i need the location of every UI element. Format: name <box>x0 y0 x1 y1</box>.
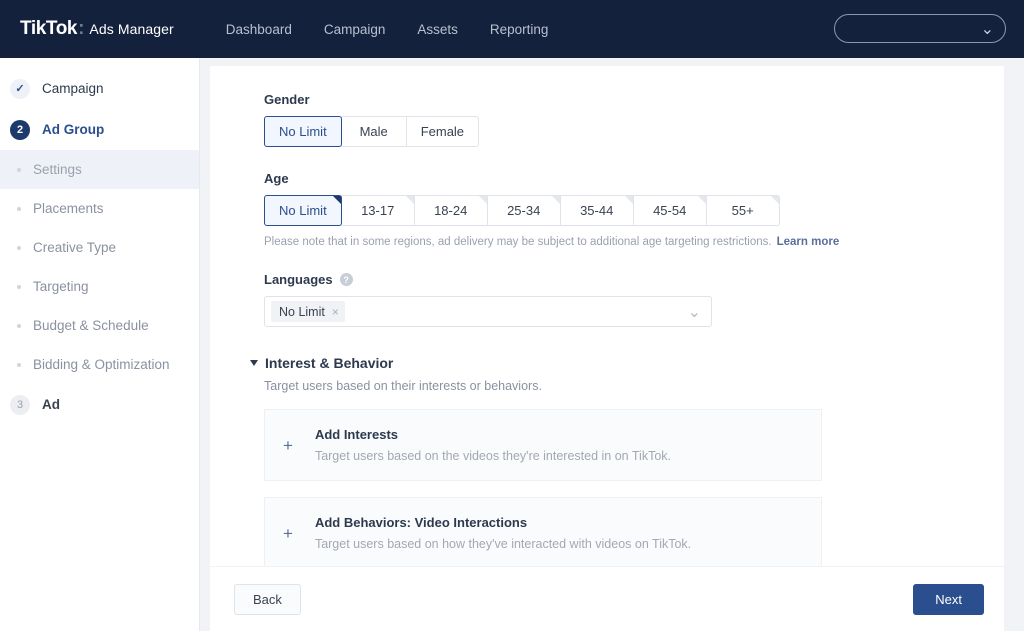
gender-option-male[interactable]: Male <box>341 116 407 147</box>
check-icon: ✓ <box>10 79 30 99</box>
bullet-icon <box>17 363 21 367</box>
nav-item-reporting[interactable]: Reporting <box>474 16 565 43</box>
add-behaviors-description: Target users based on how they've intera… <box>315 537 691 551</box>
account-selector[interactable]: ⌄ <box>834 14 1006 43</box>
sidebar-item-creative-type-label: Creative Type <box>33 240 116 255</box>
plus-icon: + <box>283 437 293 454</box>
add-interests-title: Add Interests <box>315 427 671 442</box>
corner-marker-icon <box>479 196 487 204</box>
sidebar-item-creative-type[interactable]: Creative Type <box>0 228 199 267</box>
brand-subtitle: Ads Manager <box>89 21 173 37</box>
sidebar-step-ad-group[interactable]: 2 Ad Group <box>0 109 199 150</box>
age-option-45-54-label: 45-54 <box>653 203 686 218</box>
bullet-icon <box>17 324 21 328</box>
add-behaviors-text: Add Behaviors: Video Interactions Target… <box>315 515 691 551</box>
brand-name: TikTok <box>20 18 77 40</box>
sidebar-item-settings-label: Settings <box>33 162 82 177</box>
sidebar-step-ad-label: Ad <box>42 397 60 412</box>
age-label: Age <box>264 171 1004 186</box>
sidebar-step-campaign-label: Campaign <box>42 81 104 96</box>
nav-item-assets[interactable]: Assets <box>401 16 474 43</box>
age-option-13-17-label: 13-17 <box>361 203 394 218</box>
age-option-18-24-label: 18-24 <box>434 203 467 218</box>
interest-behavior-title: Interest & Behavior <box>265 355 393 371</box>
sidebar-item-placements[interactable]: Placements <box>0 189 199 228</box>
step-number-badge: 3 <box>10 395 30 415</box>
languages-label: Languages ? <box>264 272 1004 287</box>
chevron-down-icon: ⌄ <box>981 19 994 39</box>
corner-marker-icon <box>406 196 414 204</box>
form-footer: Back Next <box>210 566 1004 631</box>
age-option-18-24[interactable]: 18-24 <box>414 195 488 226</box>
sidebar-step-campaign[interactable]: ✓ Campaign <box>0 68 199 109</box>
close-icon[interactable]: × <box>332 305 339 319</box>
nav-item-dashboard[interactable]: Dashboard <box>210 16 308 43</box>
sidebar-item-settings[interactable]: Settings <box>0 150 199 189</box>
languages-select[interactable]: No Limit × ⌄ <box>264 296 712 327</box>
add-interests-card[interactable]: + Add Interests Target users based on th… <box>264 409 822 481</box>
add-interests-description: Target users based on the videos they're… <box>315 449 671 463</box>
sidebar-item-bidding-optimization[interactable]: Bidding & Optimization <box>0 345 199 384</box>
age-option-55-plus[interactable]: 55+ <box>706 195 780 226</box>
age-note: Please note that in some regions, ad del… <box>264 236 1004 248</box>
gender-option-no-limit[interactable]: No Limit <box>264 116 342 147</box>
nav-item-campaign[interactable]: Campaign <box>308 16 402 43</box>
corner-marker-icon <box>625 196 633 204</box>
brand-colon: : <box>78 18 84 40</box>
gender-option-female[interactable]: Female <box>406 116 479 147</box>
age-option-13-17[interactable]: 13-17 <box>341 195 415 226</box>
corner-marker-icon <box>698 196 706 204</box>
sidebar-item-placements-label: Placements <box>33 201 104 216</box>
sidebar-item-targeting-label: Targeting <box>33 279 89 294</box>
back-button[interactable]: Back <box>234 584 301 615</box>
help-icon[interactable]: ? <box>340 273 353 286</box>
age-option-no-limit[interactable]: No Limit <box>264 195 342 226</box>
plus-icon: + <box>283 525 293 542</box>
corner-marker-icon <box>333 196 341 204</box>
languages-label-text: Languages <box>264 272 333 287</box>
corner-marker-icon <box>771 196 779 204</box>
age-segmented-control: No Limit 13-17 18-24 25-34 35-44 45-54 <box>264 195 1004 226</box>
top-navigation-bar: TikTok : Ads Manager Dashboard Campaign … <box>0 0 1024 58</box>
main-nav: Dashboard Campaign Assets Reporting <box>210 16 565 43</box>
chevron-down-icon: ⌄ <box>688 302 701 322</box>
add-interests-text: Add Interests Target users based on the … <box>315 427 671 463</box>
sidebar-step-ad-group-label: Ad Group <box>42 122 104 137</box>
brand-logo[interactable]: TikTok : Ads Manager <box>20 18 174 40</box>
sidebar-step-ad[interactable]: 3 Ad <box>0 384 199 425</box>
step-number-badge: 2 <box>10 120 30 140</box>
languages-tag-no-limit: No Limit × <box>271 301 345 322</box>
age-note-text: Please note that in some regions, ad del… <box>264 236 772 248</box>
age-option-no-limit-label: No Limit <box>279 203 327 218</box>
age-option-25-34-label: 25-34 <box>507 203 540 218</box>
languages-tag-label: No Limit <box>279 305 325 319</box>
age-option-45-54[interactable]: 45-54 <box>633 195 707 226</box>
sidebar-item-budget-schedule-label: Budget & Schedule <box>33 318 149 333</box>
age-option-25-34[interactable]: 25-34 <box>487 195 561 226</box>
content-area: Gender No Limit Male Female Age No Limit… <box>200 58 1024 631</box>
add-behaviors-title: Add Behaviors: Video Interactions <box>315 515 691 530</box>
age-option-35-44-label: 35-44 <box>580 203 613 218</box>
age-option-55-plus-label: 55+ <box>732 203 754 218</box>
gender-segmented-control: No Limit Male Female <box>264 116 1004 147</box>
sidebar-item-budget-schedule[interactable]: Budget & Schedule <box>0 306 199 345</box>
interest-behavior-description: Target users based on their interests or… <box>264 379 1004 393</box>
add-behaviors-card[interactable]: + Add Behaviors: Video Interactions Targ… <box>264 497 822 566</box>
sidebar: ✓ Campaign 2 Ad Group Settings Placement… <box>0 58 200 631</box>
collapse-triangle-icon <box>250 360 258 366</box>
age-option-35-44[interactable]: 35-44 <box>560 195 634 226</box>
bullet-icon <box>17 207 21 211</box>
corner-marker-icon <box>552 196 560 204</box>
settings-form-card: Gender No Limit Male Female Age No Limit… <box>210 66 1004 566</box>
bullet-icon <box>17 285 21 289</box>
sidebar-item-bidding-optimization-label: Bidding & Optimization <box>33 357 170 372</box>
next-button[interactable]: Next <box>913 584 984 615</box>
sidebar-item-targeting[interactable]: Targeting <box>0 267 199 306</box>
interest-behavior-section-header[interactable]: Interest & Behavior <box>250 355 1004 371</box>
gender-label: Gender <box>264 92 1004 107</box>
bullet-icon <box>17 168 21 172</box>
bullet-icon <box>17 246 21 250</box>
age-note-learn-more-link[interactable]: Learn more <box>777 236 840 248</box>
